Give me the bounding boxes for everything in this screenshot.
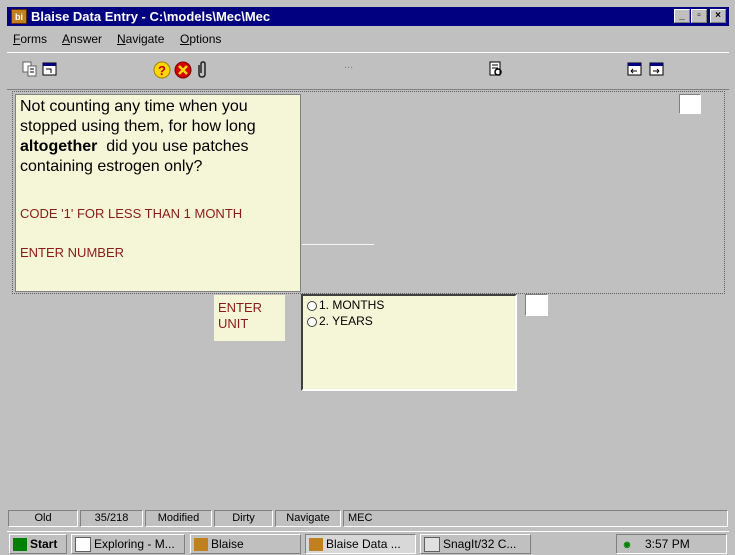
window-title: Blaise Data Entry - C:\models\Mec\Mec <box>31 9 271 24</box>
maximize-button[interactable]: ▫ <box>691 9 707 23</box>
taskbar-blaise-data[interactable]: Blaise Data ... <box>305 534 416 554</box>
status-position: 35/218 <box>80 510 143 527</box>
instruction-enter-number: ENTER NUMBER <box>20 245 125 260</box>
clock[interactable]: 3:57 PM <box>645 537 690 551</box>
blaise-icon <box>194 538 208 552</box>
toolbar-dots: ... <box>344 59 354 71</box>
option-months[interactable]: 1. MONTHS <box>307 298 384 312</box>
status-instrument: MEC <box>343 510 728 527</box>
form-down-icon[interactable] <box>41 61 59 79</box>
blaise-icon <box>309 538 323 552</box>
svg-text:?: ? <box>158 63 166 78</box>
menu-bar: Forms Answer Navigate Options <box>7 28 729 50</box>
explorer-icon <box>75 537 91 553</box>
title-bar[interactable]: bi Blaise Data Entry - C:\models\Mec\Mec… <box>7 7 729 26</box>
question-answer-box[interactable] <box>679 94 701 114</box>
taskbar-exploring[interactable]: Exploring - M... <box>71 534 185 554</box>
question-panel: Not counting any time when you stopped u… <box>15 94 301 292</box>
status-mode: Navigate <box>275 510 341 527</box>
menu-forms[interactable]: Forms <box>13 32 47 46</box>
toolbar: ? ... <box>7 52 729 90</box>
tray-icon[interactable]: ◉ <box>620 538 634 551</box>
help-icon[interactable]: ? <box>153 61 171 79</box>
status-old: Old <box>8 510 78 527</box>
previous-form-icon[interactable] <box>626 61 644 79</box>
snagit-icon <box>424 537 440 553</box>
close-button[interactable]: × <box>710 9 726 23</box>
option-years[interactable]: 2. YEARS <box>307 314 373 328</box>
menu-options[interactable]: Options <box>180 32 221 46</box>
app-icon[interactable]: bi <box>11 9 27 24</box>
copy-form-icon[interactable] <box>21 61 39 79</box>
question-text: Not counting any time when you stopped u… <box>20 98 256 175</box>
windows-logo-icon <box>13 538 27 552</box>
radio-icon[interactable] <box>307 300 317 311</box>
stop-icon[interactable] <box>174 61 192 79</box>
radio-icon[interactable] <box>307 316 317 327</box>
status-bar: Old 35/218 Modified Dirty Navigate MEC <box>7 508 729 529</box>
taskbar: Start Exploring - M... Blaise Blaise Dat… <box>7 531 729 555</box>
unit-options-box: 1. MONTHS 2. YEARS <box>301 294 517 391</box>
paperclip-icon[interactable] <box>193 61 211 79</box>
taskbar-blaise[interactable]: Blaise <box>190 534 301 554</box>
find-icon[interactable] <box>487 61 505 79</box>
system-tray: ◉ 3:57 PM <box>616 534 727 554</box>
minimize-button[interactable]: _ <box>674 9 690 23</box>
answer-line <box>302 244 374 245</box>
status-modified: Modified <box>145 510 212 527</box>
menu-navigate[interactable]: Navigate <box>117 32 164 46</box>
status-dirty: Dirty <box>214 510 273 527</box>
taskbar-snagit[interactable]: SnagIt/32 C... <box>420 534 531 554</box>
next-form-icon[interactable] <box>648 61 666 79</box>
instruction-code: CODE '1' FOR LESS THAN 1 MONTH <box>20 206 243 221</box>
unit-label: ENTER UNIT <box>214 295 285 341</box>
start-button[interactable]: Start <box>9 534 67 554</box>
unit-answer-box[interactable] <box>525 294 548 316</box>
menu-answer[interactable]: Answer <box>62 32 102 46</box>
